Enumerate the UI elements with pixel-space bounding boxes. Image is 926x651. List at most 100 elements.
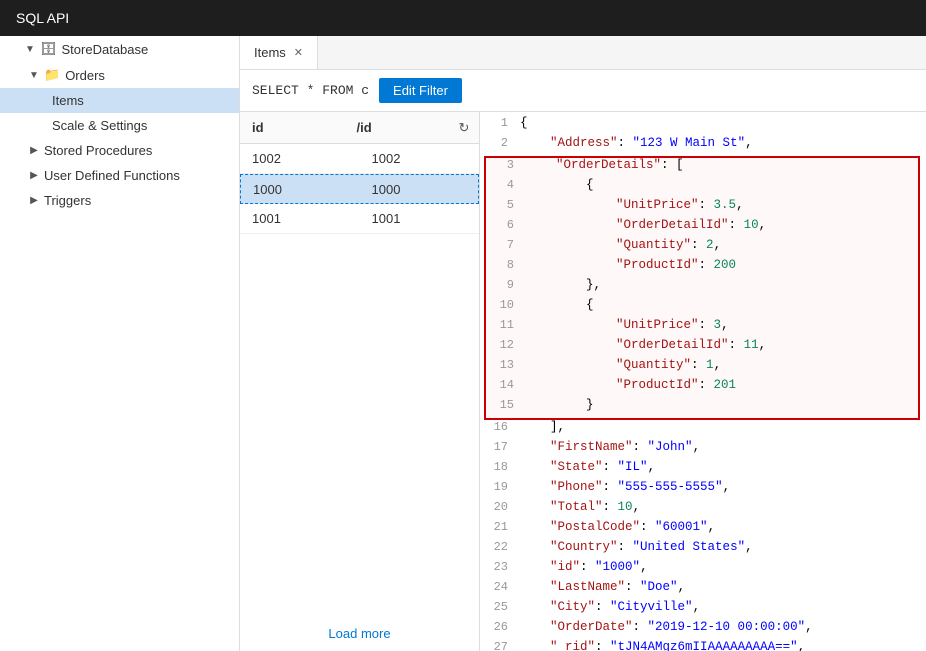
edit-filter-button[interactable]: Edit Filter: [379, 78, 462, 103]
line-number: 13: [486, 358, 526, 372]
line-number: 22: [480, 540, 520, 554]
json-line: 26 "OrderDate": "2019-12-10 00:00:00",: [480, 620, 926, 640]
line-number: 14: [486, 378, 526, 392]
line-number: 19: [480, 480, 520, 494]
line-content: "_rid": "tJN4AMgz6mIIAAAAAAAAA==",: [520, 640, 926, 651]
line-content: "ProductId": 200: [526, 258, 918, 272]
line-content: "OrderDate": "2019-12-10 00:00:00",: [520, 620, 926, 634]
line-content: {: [526, 178, 918, 192]
sidebar-item-user-defined-functions[interactable]: ▶ User Defined Functions: [0, 163, 239, 188]
cell-slash-id: 1001: [360, 211, 480, 226]
table-area: id /id ↻ 1002 1002 1000 1000 1001 1: [240, 112, 480, 651]
line-number: 26: [480, 620, 520, 634]
line-number: 7: [486, 238, 526, 252]
cell-slash-id: 1002: [360, 151, 480, 166]
cell-id: 1000: [241, 182, 360, 197]
column-id: id: [240, 120, 345, 135]
line-number: 2: [480, 136, 520, 150]
line-content: "City": "Cityville",: [520, 600, 926, 614]
line-content: "FirstName": "John",: [520, 440, 926, 454]
table-row[interactable]: 1000 1000: [240, 174, 479, 204]
json-line: 1{: [480, 116, 926, 136]
line-content: "ProductId": 201: [526, 378, 918, 392]
line-content: "id": "1000",: [520, 560, 926, 574]
line-number: 18: [480, 460, 520, 474]
line-content: },: [526, 278, 918, 292]
json-line: 11 "UnitPrice": 3,: [486, 318, 918, 338]
line-content: ],: [520, 420, 926, 434]
json-line: 19 "Phone": "555-555-5555",: [480, 480, 926, 500]
sidebar-item-scale-settings[interactable]: Scale & Settings: [0, 113, 239, 138]
line-number: 9: [486, 278, 526, 292]
tab-items[interactable]: Items ✕: [240, 36, 318, 69]
database-icon: 🗄: [40, 41, 57, 57]
sidebar-item-store-database[interactable]: ▼ 🗄 StoreDatabase: [0, 36, 239, 62]
top-bar: SQL API: [0, 0, 926, 36]
main-area: ▼ 🗄 StoreDatabase ▼ 📁 Orders Items Scale…: [0, 36, 926, 651]
line-number: 8: [486, 258, 526, 272]
json-line: 9 },: [486, 278, 918, 298]
line-number: 6: [486, 218, 526, 232]
line-number: 24: [480, 580, 520, 594]
line-number: 21: [480, 520, 520, 534]
line-content: "Address": "123 W Main St",: [520, 136, 926, 150]
sidebar-item-stored-procedures[interactable]: ▶ Stored Procedures: [0, 138, 239, 163]
line-content: "LastName": "Doe",: [520, 580, 926, 594]
line-number: 23: [480, 560, 520, 574]
refresh-icon[interactable]: ↻: [449, 120, 479, 136]
sidebar-item-triggers[interactable]: ▶ Triggers: [0, 188, 239, 213]
json-line: 16 ],: [480, 420, 926, 440]
json-line: 21 "PostalCode": "60001",: [480, 520, 926, 540]
tab-items-label: Items: [254, 45, 286, 60]
sidebar-scale-settings-label: Scale & Settings: [52, 118, 147, 133]
sidebar-items-label: Items: [52, 93, 84, 108]
line-content: "Phone": "555-555-5555",: [520, 480, 926, 494]
sidebar-udf-label: User Defined Functions: [44, 168, 180, 183]
table-header: id /id ↻: [240, 112, 479, 144]
sidebar-stored-procedures-label: Stored Procedures: [44, 143, 152, 158]
line-number: 11: [486, 318, 526, 332]
json-line: 2 "Address": "123 W Main St",: [480, 136, 926, 156]
line-number: 25: [480, 600, 520, 614]
load-more-link[interactable]: Load more: [328, 626, 390, 641]
json-line: 8 "ProductId": 200: [486, 258, 918, 278]
line-content: "State": "IL",: [520, 460, 926, 474]
app-title: SQL API: [16, 10, 69, 26]
cell-id: 1001: [240, 211, 360, 226]
line-content: "Quantity": 2,: [526, 238, 918, 252]
json-line: 15 }: [486, 398, 918, 418]
line-content: "Quantity": 1,: [526, 358, 918, 372]
line-content: }: [526, 398, 918, 412]
json-line: 27 "_rid": "tJN4AMgz6mIIAAAAAAAAA==",: [480, 640, 926, 651]
line-content: "UnitPrice": 3,: [526, 318, 918, 332]
line-number: 10: [486, 298, 526, 312]
table-row[interactable]: 1001 1001: [240, 204, 479, 234]
chevron-right-icon: ▶: [28, 145, 40, 157]
column-slash-id: /id: [345, 120, 450, 135]
line-content: "PostalCode": "60001",: [520, 520, 926, 534]
json-line: 12 "OrderDetailId": 11,: [486, 338, 918, 358]
sidebar-database-label: StoreDatabase: [62, 42, 149, 57]
query-text: SELECT * FROM c: [252, 83, 369, 98]
line-content: "Total": 10,: [520, 500, 926, 514]
table-row[interactable]: 1002 1002: [240, 144, 479, 174]
sidebar-item-orders[interactable]: ▼ 📁 Orders: [0, 62, 239, 88]
sidebar-orders-label: Orders: [65, 68, 105, 83]
folder-icon: 📁: [44, 67, 60, 83]
json-line: 4 {: [486, 178, 918, 198]
sidebar: ▼ 🗄 StoreDatabase ▼ 📁 Orders Items Scale…: [0, 36, 240, 651]
line-number: 4: [486, 178, 526, 192]
line-number: 16: [480, 420, 520, 434]
chevron-down-icon: ▼: [24, 43, 36, 55]
chevron-down-icon: ▼: [28, 69, 40, 81]
line-number: 3: [486, 158, 526, 172]
json-line: 24 "LastName": "Doe",: [480, 580, 926, 600]
close-icon[interactable]: ✕: [294, 46, 303, 59]
line-content: "UnitPrice": 3.5,: [526, 198, 918, 212]
line-number: 20: [480, 500, 520, 514]
json-line: 7 "Quantity": 2,: [486, 238, 918, 258]
sidebar-item-items[interactable]: Items: [0, 88, 239, 113]
json-line: 5 "UnitPrice": 3.5,: [486, 198, 918, 218]
tab-bar: Items ✕: [240, 36, 926, 70]
line-content: {: [526, 298, 918, 312]
